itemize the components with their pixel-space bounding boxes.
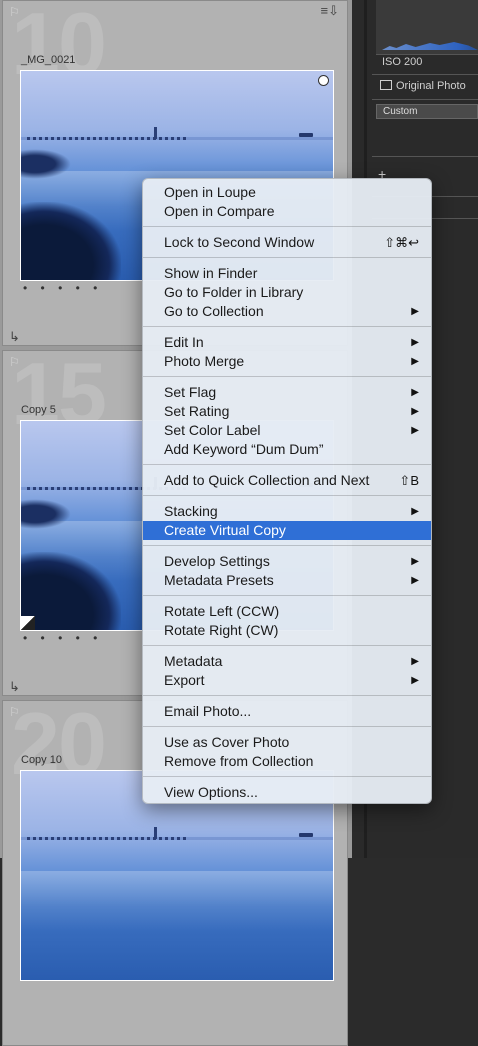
menu-item[interactable]: Export ▶ bbox=[143, 671, 431, 690]
menu-item[interactable]: Show in Finder bbox=[143, 264, 431, 283]
sort-icon[interactable]: ≡⇩ bbox=[321, 3, 339, 19]
menu-separator bbox=[143, 771, 431, 783]
menu-item-label: Rotate Left (CCW) bbox=[164, 603, 280, 619]
flag-icon[interactable]: ⚐ bbox=[9, 705, 20, 719]
menu-item[interactable]: Go to Collection ▶ bbox=[143, 302, 431, 321]
menu-shortcut: ⇧⌘↩ bbox=[384, 235, 419, 250]
menu-item-label: View Options... bbox=[164, 784, 258, 800]
menu-item-label: Stacking bbox=[164, 503, 218, 519]
menu-item-label: Metadata Presets bbox=[164, 572, 274, 588]
menu-item-label: Add to Quick Collection and Next bbox=[164, 472, 370, 488]
menu-separator bbox=[143, 721, 431, 733]
menu-item-label: Go to Folder in Library bbox=[164, 284, 304, 300]
menu-item[interactable]: Lock to Second Window ⇧⌘↩ bbox=[143, 233, 431, 252]
photo-filename: Copy 5 bbox=[21, 404, 56, 416]
menu-item-label: Email Photo... bbox=[164, 703, 252, 719]
submenu-arrow-icon: ▶ bbox=[411, 675, 419, 686]
menu-separator bbox=[143, 252, 431, 264]
menu-item-label: Open in Loupe bbox=[164, 184, 256, 200]
context-menu: Open in Loupe Open in Compare Lock to Seco… bbox=[142, 178, 432, 804]
menu-item[interactable]: Set Flag ▶ bbox=[143, 383, 431, 402]
menu-item-label: Open in Compare bbox=[164, 203, 275, 219]
menu-separator bbox=[143, 540, 431, 552]
photo-filename: _MG_0021 bbox=[21, 54, 76, 66]
menu-item-label: Lock to Second Window bbox=[164, 234, 315, 250]
menu-item[interactable]: Create Virtual Copy bbox=[143, 521, 431, 540]
submenu-arrow-icon: ▶ bbox=[411, 306, 419, 317]
rotate-icon[interactable]: ↳ bbox=[9, 679, 20, 695]
menu-item[interactable]: Metadata ▶ bbox=[143, 652, 431, 671]
submenu-arrow-icon: ▶ bbox=[411, 387, 419, 398]
menu-item[interactable]: Remove from Collection bbox=[143, 752, 431, 771]
menu-item-label: Create Virtual Copy bbox=[164, 522, 286, 538]
menu-item[interactable]: Metadata Presets ▶ bbox=[143, 571, 431, 590]
menu-item[interactable]: Add Keyword “Dum Dum” bbox=[143, 440, 431, 459]
menu-item[interactable]: Set Rating ▶ bbox=[143, 402, 431, 421]
original-photo-toggle[interactable]: Original Photo bbox=[380, 80, 466, 92]
rating-dots[interactable]: • • • • • bbox=[23, 631, 102, 645]
menu-item[interactable]: Rotate Right (CW) bbox=[143, 621, 431, 640]
menu-item[interactable]: Stacking ▶ bbox=[143, 502, 431, 521]
photo-filename: Copy 10 bbox=[21, 754, 62, 766]
menu-item[interactable]: Use as Cover Photo bbox=[143, 733, 431, 752]
preset-select[interactable]: Custom bbox=[376, 104, 478, 119]
menu-item-label: Photo Merge bbox=[164, 353, 245, 369]
submenu-arrow-icon: ▶ bbox=[411, 506, 419, 517]
menu-item[interactable]: Open in Compare bbox=[143, 202, 431, 221]
select-circle-icon[interactable] bbox=[318, 75, 329, 86]
menu-shortcut: ⇧B bbox=[399, 473, 419, 488]
virtual-copy-badge-icon bbox=[21, 616, 35, 630]
menu-item[interactable]: Open in Loupe bbox=[143, 183, 431, 202]
menu-item-label: Set Rating bbox=[164, 403, 230, 419]
rating-dots[interactable]: • • • • • bbox=[23, 281, 102, 295]
menu-item[interactable]: Develop Settings ▶ bbox=[143, 552, 431, 571]
submenu-arrow-icon: ▶ bbox=[411, 406, 419, 417]
menu-item-label: Edit In bbox=[164, 334, 204, 350]
menu-item[interactable]: Go to Folder in Library bbox=[143, 283, 431, 302]
original-photo-label: Original Photo bbox=[396, 80, 466, 92]
submenu-arrow-icon: ▶ bbox=[411, 575, 419, 586]
context-menu-list: Open in Loupe Open in Compare Lock to Seco… bbox=[143, 183, 431, 802]
submenu-arrow-icon: ▶ bbox=[411, 656, 419, 667]
menu-separator bbox=[143, 221, 431, 233]
menu-item-label: Show in Finder bbox=[164, 265, 258, 281]
menu-item-label: Rotate Right (CW) bbox=[164, 622, 279, 638]
menu-separator bbox=[143, 321, 431, 333]
menu-item-label: Set Color Label bbox=[164, 422, 261, 438]
menu-separator bbox=[143, 371, 431, 383]
menu-item[interactable]: Email Photo... bbox=[143, 702, 431, 721]
menu-item-label: Go to Collection bbox=[164, 303, 264, 319]
menu-item-label: Set Flag bbox=[164, 384, 217, 400]
menu-item-label: Use as Cover Photo bbox=[164, 734, 290, 750]
menu-item-label: Remove from Collection bbox=[164, 753, 314, 769]
submenu-arrow-icon: ▶ bbox=[411, 556, 419, 567]
rotate-icon[interactable]: ↳ bbox=[9, 329, 20, 345]
menu-separator bbox=[143, 640, 431, 652]
menu-separator bbox=[143, 590, 431, 602]
iso-readout: ISO 200 bbox=[382, 56, 423, 68]
submenu-arrow-icon: ▶ bbox=[411, 425, 419, 436]
flag-icon[interactable]: ⚐ bbox=[9, 5, 20, 19]
menu-separator bbox=[143, 490, 431, 502]
menu-item[interactable]: Photo Merge ▶ bbox=[143, 352, 431, 371]
menu-separator bbox=[143, 459, 431, 471]
menu-item[interactable]: Add to Quick Collection and Next ⇧B bbox=[143, 471, 431, 490]
menu-item[interactable]: Edit In ▶ bbox=[143, 333, 431, 352]
submenu-arrow-icon: ▶ bbox=[411, 337, 419, 348]
menu-item-label: Add Keyword “Dum Dum” bbox=[164, 441, 324, 457]
menu-item-label: Develop Settings bbox=[164, 553, 270, 569]
histogram[interactable] bbox=[376, 0, 478, 55]
menu-item-label: Metadata bbox=[164, 653, 223, 669]
checkbox-icon[interactable] bbox=[380, 80, 392, 90]
flag-icon[interactable]: ⚐ bbox=[9, 355, 20, 369]
menu-item[interactable]: Set Color Label ▶ bbox=[143, 421, 431, 440]
menu-separator bbox=[143, 690, 431, 702]
menu-item[interactable]: View Options... bbox=[143, 783, 431, 802]
submenu-arrow-icon: ▶ bbox=[411, 356, 419, 367]
menu-item-label: Export bbox=[164, 672, 205, 688]
menu-item[interactable]: Rotate Left (CCW) bbox=[143, 602, 431, 621]
